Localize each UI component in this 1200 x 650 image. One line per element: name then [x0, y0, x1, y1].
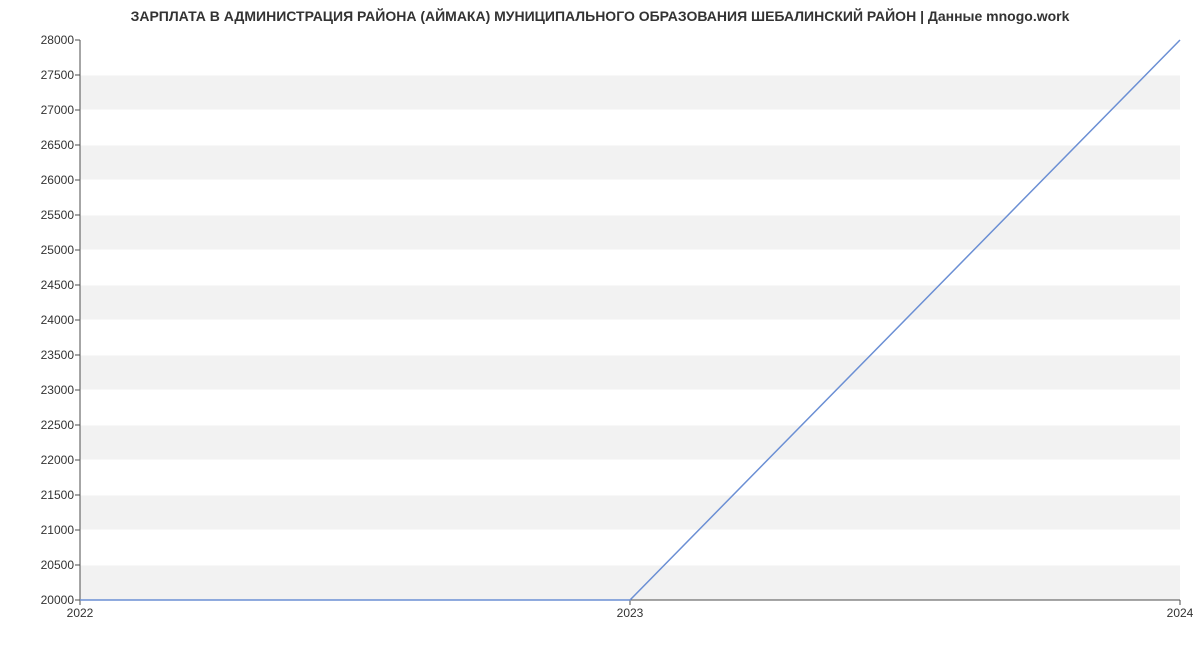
y-tick-label: 27500 [41, 68, 74, 82]
chart-svg [80, 40, 1180, 600]
y-tick-label: 22000 [41, 453, 74, 467]
y-tick-label: 27000 [41, 103, 74, 117]
x-tick-label: 2022 [67, 606, 94, 620]
y-tick-label: 23500 [41, 348, 74, 362]
y-tick-label: 23000 [41, 383, 74, 397]
y-tick-label: 25000 [41, 243, 74, 257]
y-tick-label: 24500 [41, 278, 74, 292]
y-tick-label: 21000 [41, 523, 74, 537]
chart-container: ЗАРПЛАТА В АДМИНИСТРАЦИЯ РАЙОНА (АЙМАКА)… [0, 0, 1200, 650]
y-tick-label: 26000 [41, 173, 74, 187]
chart-title: ЗАРПЛАТА В АДМИНИСТРАЦИЯ РАЙОНА (АЙМАКА)… [0, 8, 1200, 24]
plot-area [80, 40, 1180, 600]
y-tick-label: 22500 [41, 418, 74, 432]
y-tick-label: 24000 [41, 313, 74, 327]
y-tick-label: 20000 [41, 593, 74, 607]
x-tick-label: 2024 [1167, 606, 1194, 620]
y-tick-label: 25500 [41, 208, 74, 222]
y-tick-label: 20500 [41, 558, 74, 572]
y-tick-label: 21500 [41, 488, 74, 502]
x-tick-label: 2023 [617, 606, 644, 620]
y-tick-label: 28000 [41, 33, 74, 47]
y-tick-label: 26500 [41, 138, 74, 152]
